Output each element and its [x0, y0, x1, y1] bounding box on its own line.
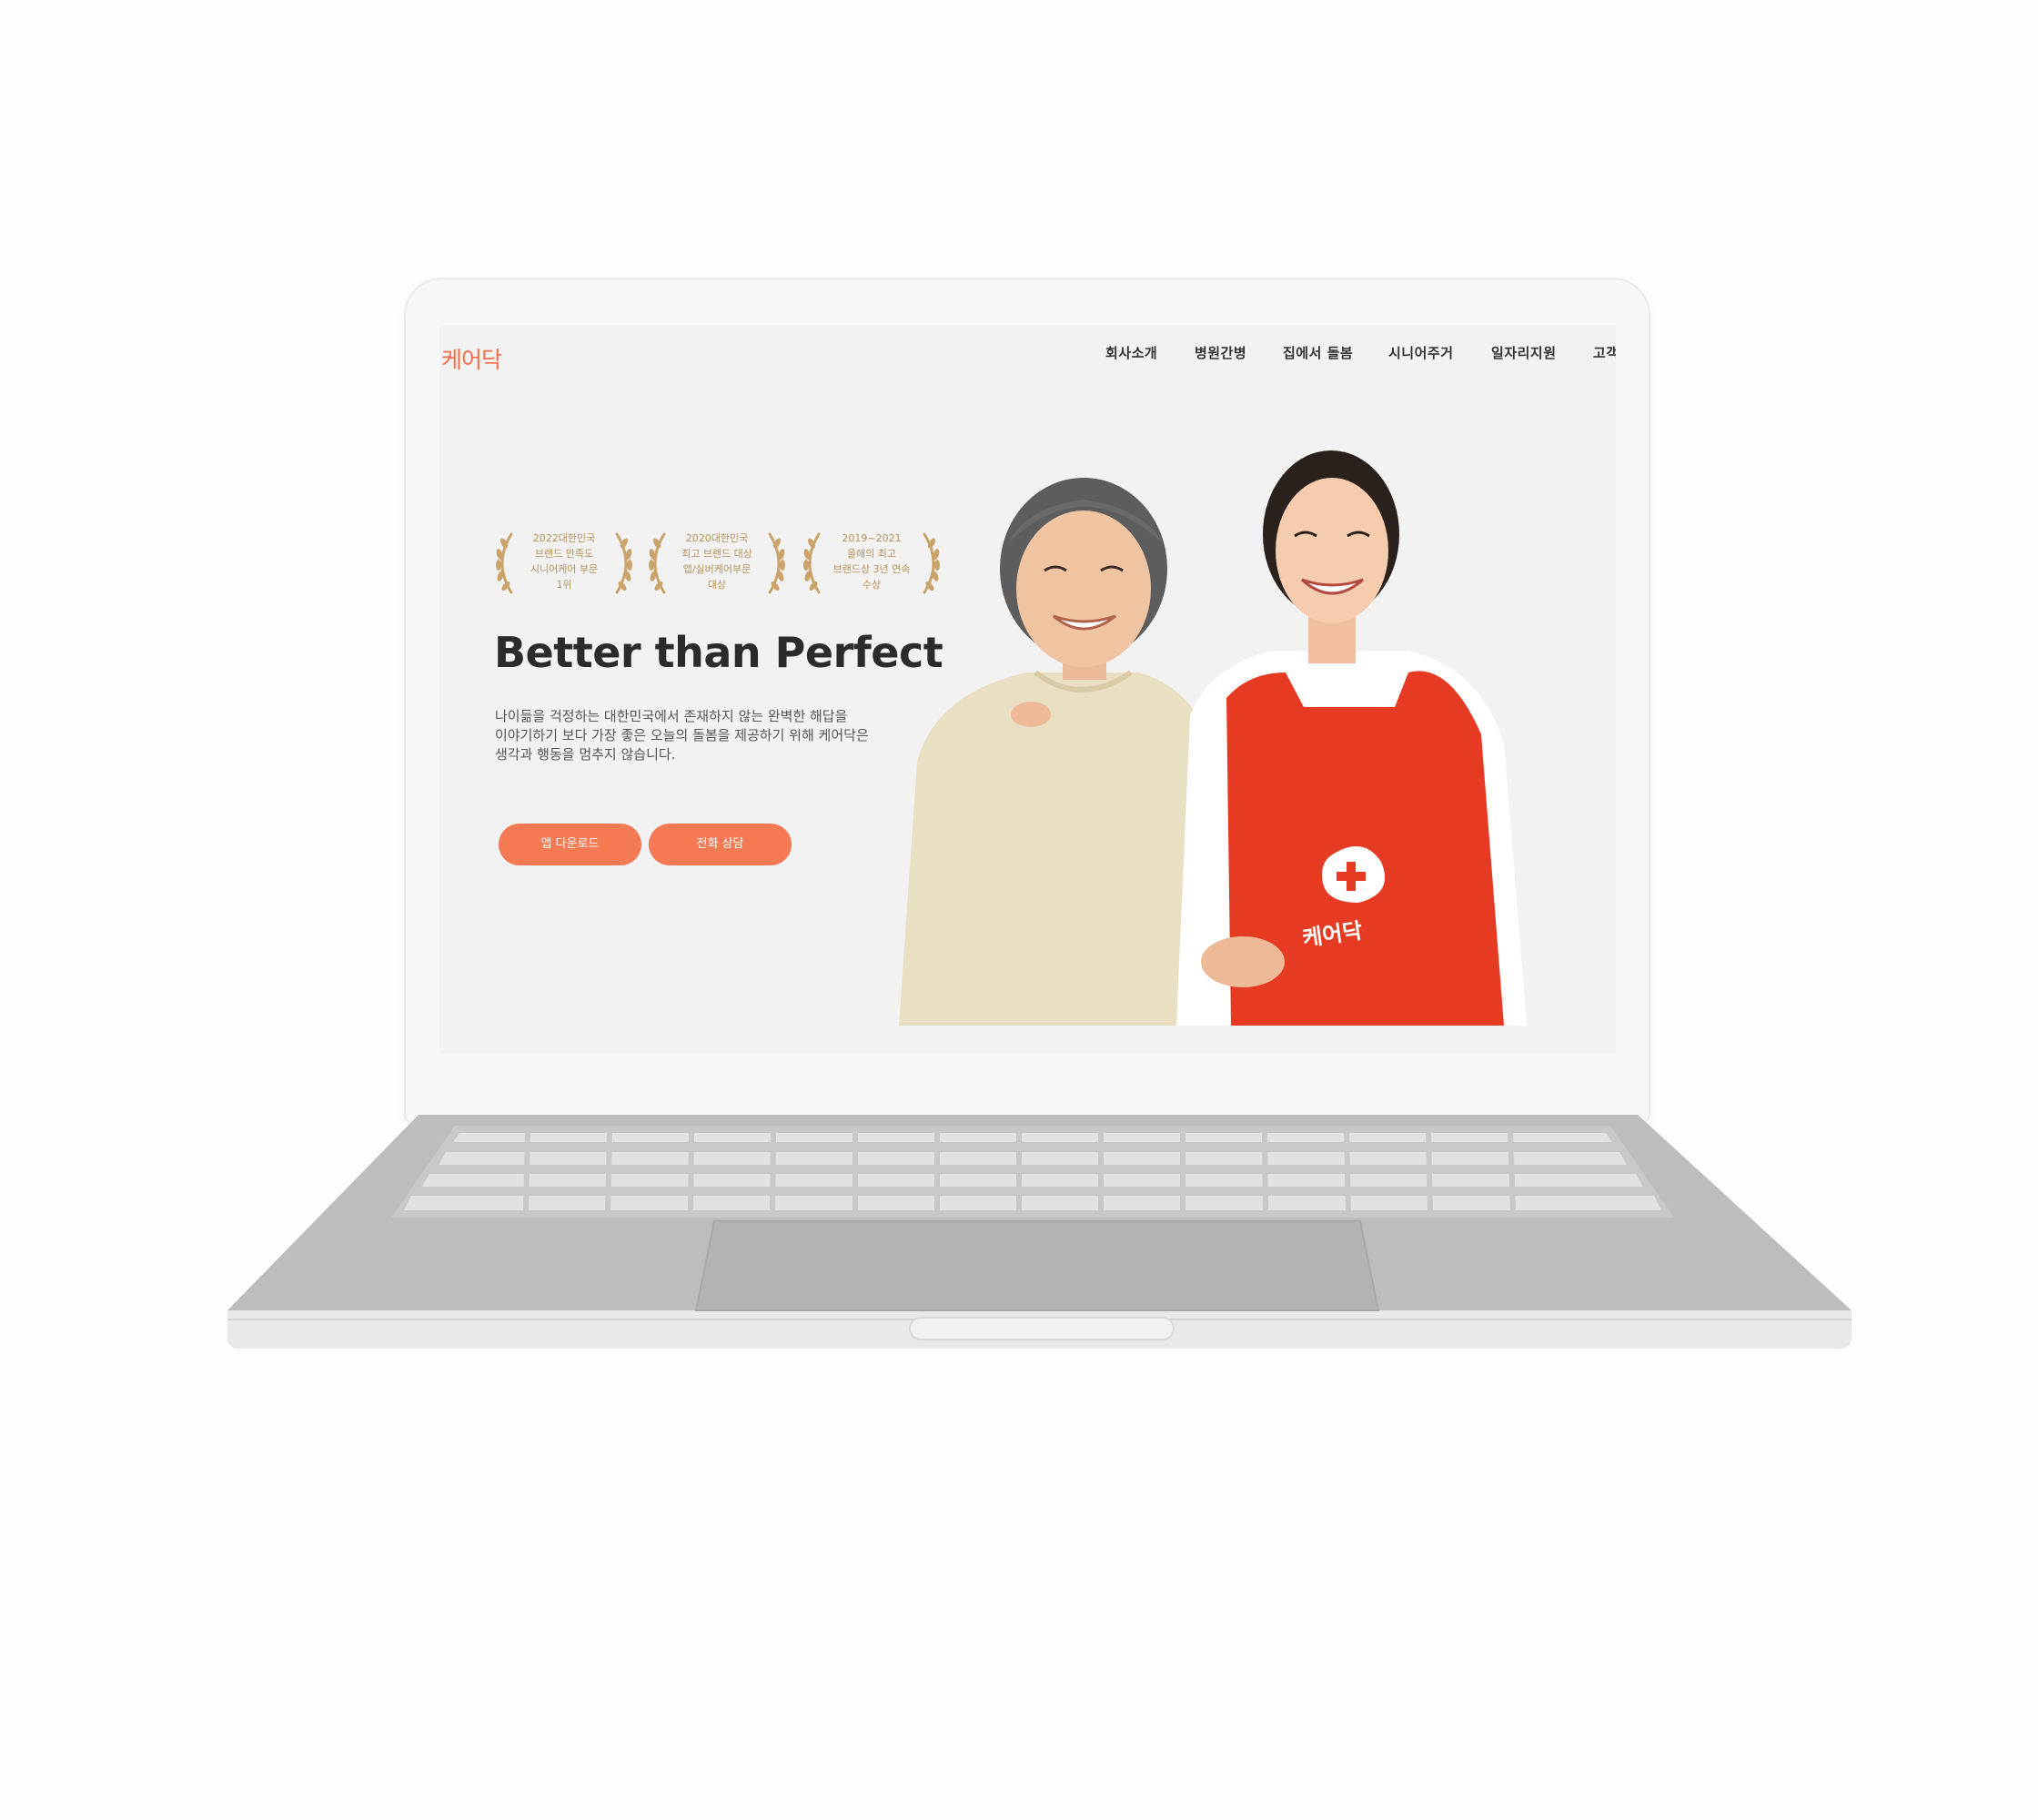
hero-description-line: 나이듦을 걱정하는 대한민국에서 존재하지 않는 완벽한 해답을: [495, 708, 848, 724]
award-text-line: 2022대한민국: [532, 532, 596, 544]
award-badge: 2020대한민국 최고 브랜드 대상 앱/실버케어부문 대상: [644, 527, 790, 600]
hero-headline: Better than Perfect: [494, 628, 943, 677]
nav-item-hospital-care[interactable]: 병원간병: [1195, 343, 1246, 362]
nav-item-senior-housing[interactable]: 시니어주거: [1388, 343, 1454, 362]
nav-item-customer[interactable]: 고객: [1593, 343, 1616, 362]
nav-item-home-care[interactable]: 집에서 돌봄: [1283, 343, 1353, 362]
main-nav: 회사소개 병원간병 집에서 돌봄 시니어주거 일자리지원 고객: [439, 343, 1616, 370]
phone-consult-button[interactable]: 전화 상담: [649, 824, 792, 865]
hero-description: 나이듦을 걱정하는 대한민국에서 존재하지 않는 완벽한 해답을 이야기하기 보…: [495, 707, 923, 764]
award-text-line: 브랜드 만족도: [534, 548, 594, 560]
hero-photo: 케어닥: [899, 434, 1527, 1026]
award-text-line: 최고 브랜드 대상: [681, 548, 752, 560]
nav-item-company[interactable]: 회사소개: [1105, 343, 1157, 362]
award-text-line: 2020대한민국: [685, 532, 749, 544]
app-download-button[interactable]: 앱 다운로드: [499, 824, 641, 865]
award-badge: 2022대한민국 브랜드 만족도 시니어케어 부문 1위: [491, 527, 637, 600]
award-text-line: 시니어케어 부문: [530, 563, 599, 575]
award-text-line: 앱/실버케어부문: [682, 563, 752, 575]
hero-description-line: 이야기하기 보다 가장 좋은 오늘의 돌봄을 제공하기 위해 케어닥은: [495, 727, 869, 743]
award-text-line: 대상: [707, 579, 727, 591]
award-badges: 2022대한민국 브랜드 만족도 시니어케어 부문 1위 2020대한민국 최고…: [491, 527, 964, 600]
nav-item-job-support[interactable]: 일자리지원: [1491, 343, 1557, 362]
screen-bezel: [439, 1053, 1616, 1089]
hero-description-line: 생각과 행동을 멈추지 않습니다.: [495, 746, 676, 763]
browser-viewport: 케어닥 회사소개 병원간병 집에서 돌봄 시니어주거 일자리지원 고객 2022…: [439, 325, 1616, 1053]
award-text-line: 1위: [556, 579, 572, 591]
